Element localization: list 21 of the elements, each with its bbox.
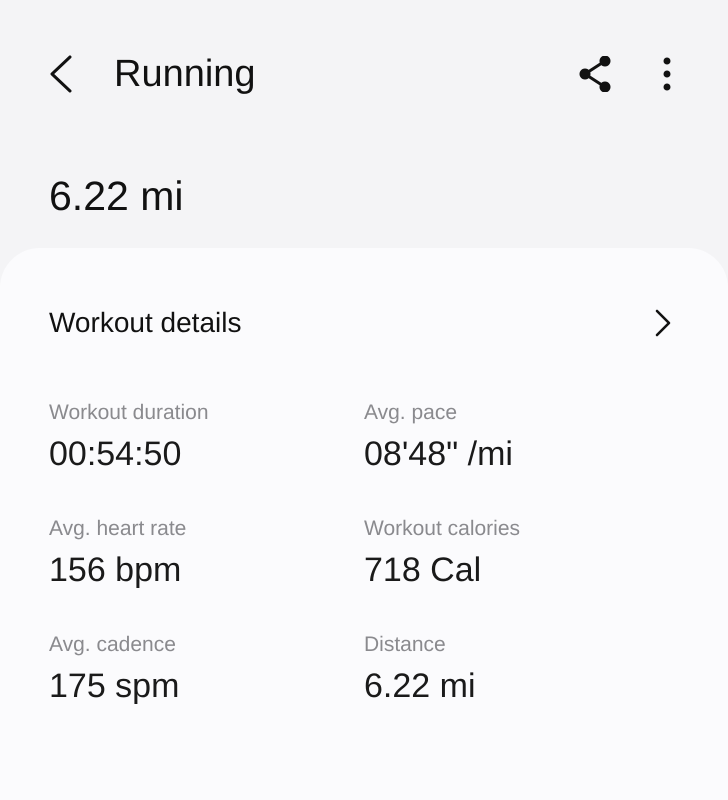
share-button[interactable] [578, 56, 612, 92]
total-distance: 6.22 mi [48, 172, 184, 221]
stat-label: Distance [364, 634, 447, 655]
workout-details-link[interactable]: Workout details [49, 302, 679, 344]
stat-label: Avg. pace [364, 402, 458, 423]
more-icon [663, 57, 671, 91]
stat-label: Workout duration [49, 402, 210, 423]
chevron-right-icon [655, 309, 671, 337]
share-icon [579, 56, 611, 92]
stat-value: 6.22 mi [364, 669, 476, 703]
stat-label: Avg. cadence [49, 634, 177, 655]
page-title: Running [114, 55, 256, 93]
stat-label: Workout calories [364, 518, 522, 539]
stat-value: 08'48" /mi [364, 437, 514, 471]
more-options-button[interactable] [662, 56, 672, 92]
stat-value: 156 bpm [49, 553, 182, 587]
stat-label: Avg. heart rate [49, 518, 188, 539]
stat-value: 175 spm [49, 669, 180, 703]
stat-value: 00:54:50 [49, 437, 182, 471]
stat-value: 718 Cal [364, 553, 482, 587]
back-icon [48, 55, 72, 93]
